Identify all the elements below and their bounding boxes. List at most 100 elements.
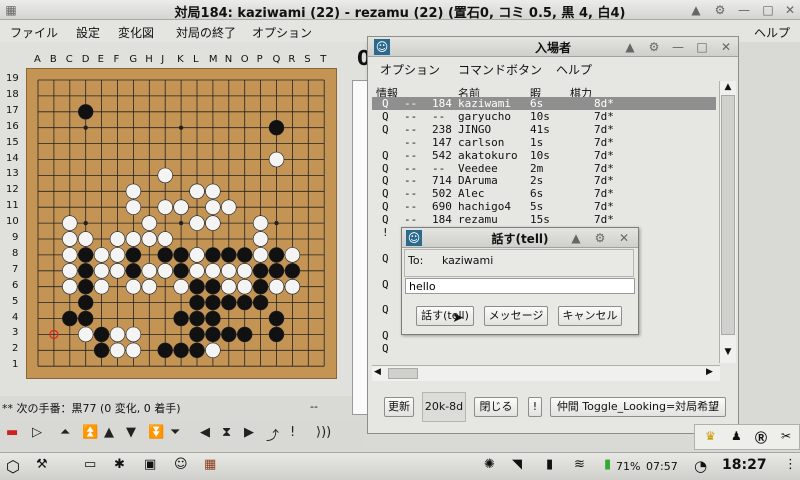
bang-button[interactable]: ! (528, 397, 542, 417)
message-button[interactable]: メッセージ (484, 306, 548, 326)
alert-icon[interactable]: ! (290, 425, 295, 440)
terminal-icon[interactable]: ▭ (84, 457, 96, 472)
player-row[interactable]: Q -- 184 rezamu 15s 7d* (372, 213, 716, 226)
scroll-thumb[interactable] (721, 95, 735, 335)
refresh-button[interactable]: 更新 (384, 397, 414, 417)
scroll-down-icon[interactable]: ▼ (721, 347, 735, 359)
white-stone (62, 263, 78, 279)
prev-variation-icon[interactable]: ◀ (200, 425, 210, 440)
player-rank-cell: 7d* (594, 135, 614, 149)
back-one-icon[interactable]: ▲ (104, 425, 114, 440)
menu-options[interactable]: オプション (252, 24, 312, 41)
monitor-icon[interactable]: ▣ (144, 457, 156, 472)
player-game-cell: -- (404, 97, 418, 110)
shade-up-icon[interactable]: ▲ (688, 2, 704, 18)
last-move-icon[interactable]: ⏷ (170, 425, 180, 440)
scroll-right-icon[interactable]: ▶ (706, 367, 713, 377)
friends-toggle-button[interactable]: 仲間 Toggle_Looking=対局希望 (550, 397, 726, 417)
menu-end-game[interactable]: 対局の終了 (176, 24, 236, 41)
settings-icon[interactable]: ⚙ (592, 230, 608, 246)
menu-variations[interactable]: 変化図 (118, 24, 154, 41)
minimize-icon[interactable]: — (736, 2, 752, 18)
player-row[interactable]: Q -- 184 kaziwami 6s 8d* (372, 97, 716, 110)
white-stone (157, 199, 173, 215)
player-rank-cell: 7d* (594, 174, 614, 188)
player-row[interactable]: Q -- 714 DAruma 2s 7d* (372, 174, 716, 187)
player-row[interactable] (372, 355, 716, 363)
cancel-button[interactable]: キャンセル (558, 306, 622, 326)
player-row[interactable]: Q -- 502 Alec 6s 7d* (372, 187, 716, 200)
grid-app-icon[interactable]: ▦ (204, 457, 216, 472)
scroll-up-icon[interactable]: ▲ (721, 82, 735, 94)
player-row[interactable]: Q -- -- Veedee 2m 7d* (372, 162, 716, 175)
player-row[interactable]: Q -- 542 akatokuro 10s 7d* (372, 149, 716, 162)
player-name-cell: hachigo4 (458, 200, 511, 214)
variation-icon[interactable]: ⧗ (222, 425, 231, 440)
face-icon[interactable]: ☺ (174, 457, 188, 472)
record-icon[interactable]: ▬ (6, 425, 18, 440)
close-icon[interactable]: ✕ (718, 39, 734, 55)
player-row[interactable]: -- 147 carlson 1s 7d* (372, 136, 716, 149)
tell-button[interactable]: 話す(tell) (416, 306, 474, 326)
close-icon[interactable]: ✕ (782, 2, 798, 18)
player-row[interactable]: Q -- 238 JINGO 41s 7d* (372, 123, 716, 136)
shade-up-icon[interactable]: ▲ (622, 39, 638, 55)
minimize-icon[interactable]: — (670, 39, 686, 55)
sound-icon[interactable]: ⟩)) (316, 425, 331, 440)
crown-icon[interactable]: ♛ (705, 429, 716, 443)
players-menu-options[interactable]: オプション (380, 61, 440, 78)
bug-icon[interactable]: ✱ (114, 457, 125, 472)
player-row[interactable]: Q (372, 342, 716, 355)
player-row[interactable]: Q -- -- garyucho 10s 7d* (372, 110, 716, 123)
player-icon[interactable]: ♟ (731, 429, 742, 443)
maximize-icon[interactable]: □ (694, 39, 710, 55)
battery-icon[interactable]: ▮ (604, 457, 611, 472)
hscroll-thumb[interactable] (388, 368, 418, 379)
settings-icon[interactable]: ⚙ (712, 2, 728, 18)
settings-icon[interactable]: ⚙ (646, 39, 662, 55)
scroll-left-icon[interactable]: ◀ (374, 367, 381, 377)
volume-icon[interactable]: ◥ (512, 457, 522, 472)
players-vertical-scrollbar[interactable]: ▲ ▼ (719, 81, 736, 363)
message-input[interactable] (405, 278, 635, 294)
branch-icon[interactable]: ⤴ (266, 425, 279, 444)
black-stone (268, 263, 285, 279)
forward-ten-icon[interactable]: ⏬ (148, 425, 164, 440)
close-button[interactable]: 閉じる (474, 397, 518, 417)
clock-icon[interactable]: ◔ (694, 457, 707, 475)
menu-help[interactable]: ヘルプ (754, 24, 790, 41)
tool-icon[interactable]: ✂ (781, 429, 791, 443)
play-icon[interactable]: ▷ (32, 425, 42, 440)
brightness-icon[interactable]: ✺ (484, 457, 495, 472)
menu-dots-icon[interactable]: ⋮ (784, 457, 797, 472)
close-icon[interactable]: ✕ (616, 230, 632, 246)
back-ten-icon[interactable]: ⏫ (82, 425, 98, 440)
hammer-icon[interactable]: ⚒ (36, 457, 48, 472)
start-menu-icon[interactable]: ⬡ (6, 457, 20, 476)
go-board[interactable] (26, 68, 337, 379)
menu-file[interactable]: ファイル (10, 24, 58, 41)
rank-range-field[interactable]: 20k-8d (422, 392, 466, 422)
menu-settings[interactable]: 設定 (76, 24, 100, 41)
tell-titlebar: ☺ 話す(tell) ▲ ⚙ ✕ (402, 228, 638, 248)
column-label: J (161, 54, 165, 65)
black-stone (157, 247, 173, 263)
players-menu-command-buttons[interactable]: コマンドボタン (458, 61, 542, 78)
white-stone (173, 199, 189, 215)
device-icon[interactable]: ▮ (546, 457, 553, 472)
white-stone (221, 279, 237, 295)
column-label: M (208, 54, 218, 65)
shade-up-icon[interactable]: ▲ (568, 230, 584, 246)
players-menu-help[interactable]: ヘルプ (556, 61, 592, 78)
players-horizontal-scrollbar[interactable]: ◀ ▶ (372, 365, 720, 381)
next-variation-icon[interactable]: ▶ (244, 425, 254, 440)
player-game-cell: -- (404, 200, 418, 214)
forward-one-icon[interactable]: ▼ (126, 425, 136, 440)
player-row[interactable]: Q -- 690 hachigo4 5s 7d* (372, 200, 716, 213)
wifi-icon[interactable]: ≋ (574, 457, 585, 472)
maximize-icon[interactable]: □ (760, 2, 776, 18)
first-move-icon[interactable]: ⏶ (60, 425, 70, 440)
white-stone (141, 263, 158, 279)
registered-icon[interactable]: Ⓡ (755, 429, 767, 446)
white-stone (62, 247, 78, 263)
